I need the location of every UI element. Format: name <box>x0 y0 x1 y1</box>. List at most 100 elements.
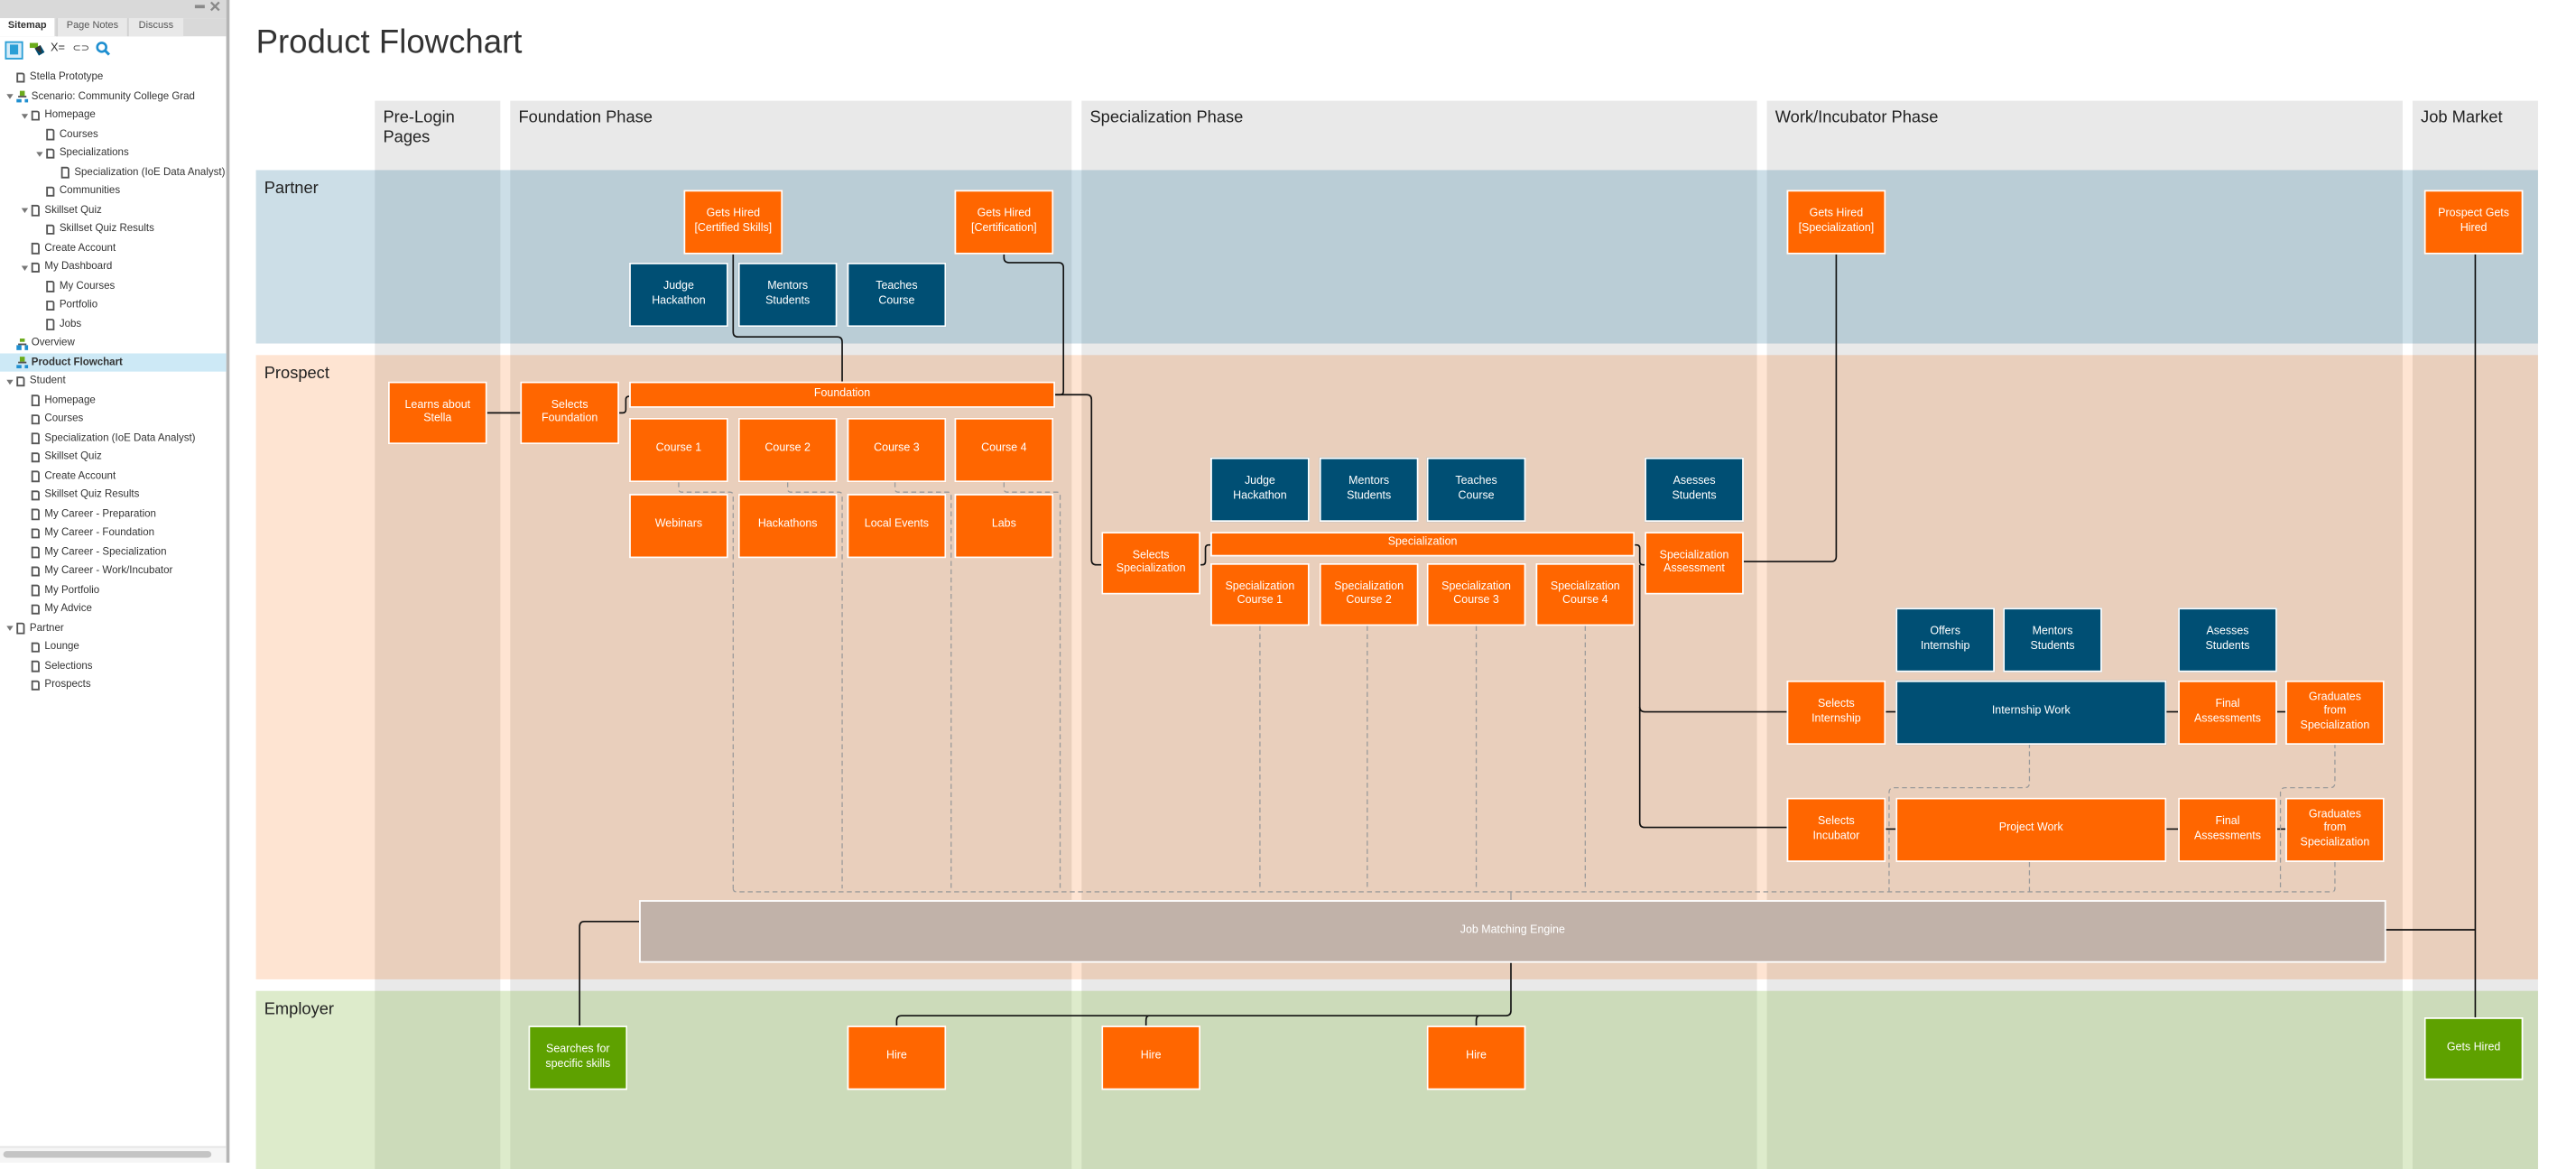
sitemap-item[interactable]: My Advice <box>0 599 227 618</box>
variables-icon[interactable]: X= <box>50 42 66 58</box>
flow-icon[interactable] <box>28 42 45 58</box>
tab-discuss[interactable]: Discuss <box>126 18 184 37</box>
node-hire2[interactable]: Hire <box>1101 1025 1201 1090</box>
page-icon <box>31 470 40 482</box>
node-learns-about[interactable]: Learns about Stella <box>387 381 487 445</box>
node-spec-course3[interactable]: Specialization Course 3 <box>1426 562 1526 626</box>
node-p-judge-hackathon[interactable]: Judge Hackathon <box>629 262 728 328</box>
sitemap-item[interactable]: My Career - Preparation <box>0 505 227 524</box>
node-selects-internship[interactable]: Selects Internship <box>1786 680 1886 746</box>
sitemap-item[interactable]: Create Account <box>0 467 227 486</box>
expand-arrow-icon[interactable] <box>6 378 14 385</box>
sitemap-item[interactable]: My Courses <box>0 276 227 295</box>
sitemap-item[interactable]: Skillset Quiz <box>0 200 227 219</box>
node-p-teaches[interactable]: Teaches Course <box>847 262 947 328</box>
node-graduates-1[interactable]: Graduates from Specialization <box>2285 680 2385 746</box>
sitemap-item[interactable]: Prospects <box>0 675 227 694</box>
node-spec-course1[interactable]: Specialization Course 1 <box>1210 562 1310 626</box>
node-prospect-gets-hired[interactable]: Prospect Gets Hired <box>2423 190 2524 255</box>
node-s-teaches[interactable]: Teaches Course <box>1426 457 1526 523</box>
node-foundation[interactable]: Foundation <box>629 381 1056 408</box>
sitemap-item[interactable]: Overview <box>0 334 227 353</box>
node-w-assesses[interactable]: Asesses Students <box>2178 608 2277 673</box>
sitemap-item[interactable]: My Career - Specialization <box>0 543 227 561</box>
node-p-mentors[interactable]: Mentors Students <box>737 262 838 328</box>
sitemap-item[interactable]: Stella Prototype <box>0 68 227 87</box>
node-selects-foundation[interactable]: Selects Foundation <box>520 381 620 445</box>
node-employer-gets-hired[interactable]: Gets Hired <box>2423 1016 2524 1081</box>
close-icon[interactable]: ✕ <box>208 0 221 14</box>
link-icon[interactable]: ⊂⊃ <box>72 42 88 58</box>
sitemap-item[interactable]: Communities <box>0 181 227 200</box>
sitemap-item[interactable]: Product Flowchart <box>0 352 227 372</box>
node-offers-internship[interactable]: Offers Internship <box>1895 608 1996 673</box>
sitemap-item[interactable]: Homepage <box>0 391 227 410</box>
expand-arrow-icon[interactable] <box>6 94 14 99</box>
sitemap-item[interactable]: My Career - Work/Incubator <box>0 561 227 580</box>
node-local-events[interactable]: Local Events <box>847 494 947 559</box>
page-icon <box>31 565 40 577</box>
node-searches-skills[interactable]: Searches for specific skills <box>528 1025 628 1090</box>
node-s-mentors[interactable]: Mentors Students <box>1319 457 1419 523</box>
node-labs[interactable]: Labs <box>954 494 1054 559</box>
sitemap-item-label: Scenario: Community College Grad <box>31 89 195 102</box>
expand-arrow-icon[interactable] <box>6 626 14 631</box>
node-hackathons[interactable]: Hackathons <box>737 494 838 559</box>
node-webinars[interactable]: Webinars <box>629 494 728 559</box>
tab-sitemap[interactable]: Sitemap <box>0 18 55 37</box>
node-gets-hired-cert[interactable]: Gets Hired [Certification] <box>954 190 1054 255</box>
node-final-assess-2[interactable]: Final Assessments <box>2178 797 2277 862</box>
sitemap-icon[interactable] <box>5 41 23 60</box>
node-course2[interactable]: Course 2 <box>737 417 838 483</box>
sitemap-item[interactable]: Scenario: Community College Grad <box>0 87 227 106</box>
sitemap-item[interactable]: My Dashboard <box>0 257 227 276</box>
expand-arrow-icon[interactable] <box>21 208 29 214</box>
node-gets-hired-cert-skills[interactable]: Gets Hired [Certified Skills] <box>683 190 783 255</box>
node-graduates-2[interactable]: Graduates from Specialization <box>2285 797 2385 862</box>
node-gets-hired-spec[interactable]: Gets Hired [Specialization] <box>1786 190 1886 255</box>
sitemap-item[interactable]: My Career - Foundation <box>0 524 227 543</box>
search-icon[interactable] <box>94 42 110 58</box>
node-job-matching[interactable]: Job Matching Engine <box>639 900 2386 963</box>
sitemap-item[interactable]: Skillset Quiz Results <box>0 486 227 505</box>
sitemap-item[interactable]: Courses <box>0 125 227 144</box>
sitemap-item[interactable]: Skillset Quiz <box>0 448 227 467</box>
sitemap-item[interactable]: Jobs <box>0 315 227 334</box>
node-course4[interactable]: Course 4 <box>954 417 1054 483</box>
node-specialization[interactable]: Specialization <box>1210 532 1635 557</box>
sitemap-item[interactable]: Student <box>0 372 227 391</box>
expand-arrow-icon[interactable] <box>21 113 29 118</box>
node-hire3[interactable]: Hire <box>1426 1025 1526 1090</box>
sitemap-item[interactable]: Partner <box>0 618 227 637</box>
node-hire1[interactable]: Hire <box>847 1025 947 1090</box>
node-spec-course4[interactable]: Specialization Course 4 <box>1535 562 1635 626</box>
node-internship-work[interactable]: Internship Work <box>1895 680 2167 746</box>
sitemap-item[interactable]: Specialization (IoE Data Analyst) <box>0 429 227 448</box>
expand-arrow-icon[interactable] <box>36 151 43 156</box>
sitemap-item[interactable]: Skillset Quiz Results <box>0 219 227 238</box>
sitemap-item[interactable]: My Portfolio <box>0 580 227 599</box>
sitemap-item[interactable]: Courses <box>0 410 227 429</box>
sitemap-item[interactable]: Specializations <box>0 144 227 162</box>
node-selects-specialization[interactable]: Selects Specialization <box>1101 532 1201 595</box>
node-s-judge-hackathon[interactable]: Judge Hackathon <box>1210 457 1310 523</box>
node-spec-assessment[interactable]: Specialization Assessment <box>1645 532 1744 595</box>
node-s-assesses[interactable]: Asesses Students <box>1645 457 1744 523</box>
sitemap-item[interactable]: Homepage <box>0 106 227 125</box>
node-course1[interactable]: Course 1 <box>629 417 728 483</box>
minimize-icon[interactable] <box>194 5 205 9</box>
horizontal-scrollbar[interactable] <box>3 1151 212 1158</box>
expand-arrow-icon[interactable] <box>21 264 29 271</box>
node-project-work[interactable]: Project Work <box>1895 797 2167 862</box>
sitemap-item[interactable]: Portfolio <box>0 295 227 314</box>
tab-page-notes[interactable]: Page Notes <box>56 18 127 37</box>
sitemap-item[interactable]: Create Account <box>0 238 227 257</box>
node-spec-course2[interactable]: Specialization Course 2 <box>1319 562 1419 626</box>
sitemap-item[interactable]: Lounge <box>0 637 227 656</box>
sitemap-item[interactable]: Selections <box>0 656 227 675</box>
node-selects-incubator[interactable]: Selects Incubator <box>1786 797 1886 862</box>
sitemap-item[interactable]: Specialization (IoE Data Analyst) <box>0 162 227 181</box>
node-final-assess-1[interactable]: Final Assessments <box>2178 680 2277 746</box>
node-w-mentors[interactable]: Mentors Students <box>2003 608 2102 673</box>
node-course3[interactable]: Course 3 <box>847 417 947 483</box>
